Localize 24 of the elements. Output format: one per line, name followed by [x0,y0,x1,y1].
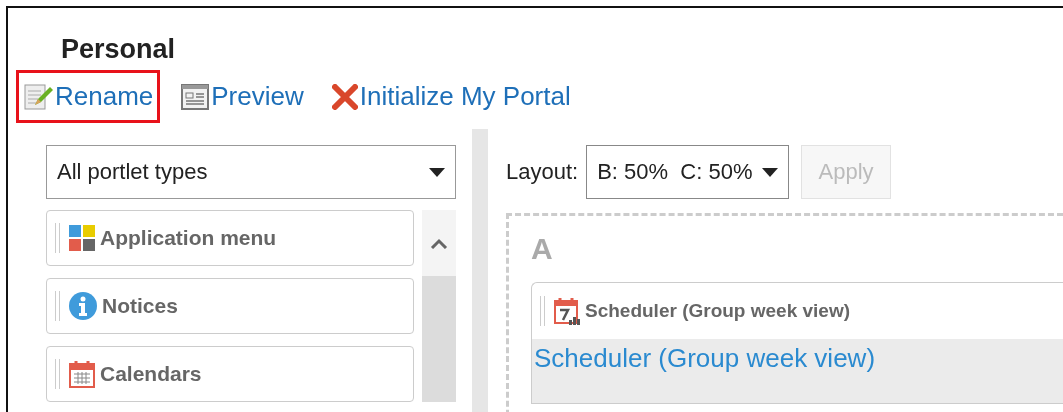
initialize-link[interactable]: Initialize My Portal [324,70,578,123]
layout-dropdown[interactable]: B: 50% C: 50% [586,145,790,199]
calendar-icon [68,359,96,389]
tiles-icon [68,224,96,252]
layout-label: Layout: [506,159,579,185]
page-title: Personal [60,33,177,66]
info-icon [68,291,98,321]
area-label: A [531,232,554,266]
dropdown-caret-icon [429,167,445,177]
panel-splitter[interactable] [472,129,488,412]
portlet-title: Scheduler (Group week view) [585,300,851,322]
rename-link[interactable]: Rename [16,70,161,123]
calendar-chart-icon [553,296,581,326]
preview-link[interactable]: Preview [174,70,311,123]
portlet-type-item[interactable]: Notices [46,278,414,334]
scrollbar[interactable] [422,210,456,402]
preview-window-icon [181,83,210,110]
portlet-type-item[interactable]: Application menu [46,210,414,266]
chevron-up-icon [430,237,448,249]
portlet-type-item[interactable]: Calendars [46,346,414,402]
portlet-type-dropdown[interactable]: All portlet types [46,145,456,199]
dropdown-caret-icon [762,167,779,177]
edit-document-icon [23,82,53,111]
cross-icon [331,83,358,110]
